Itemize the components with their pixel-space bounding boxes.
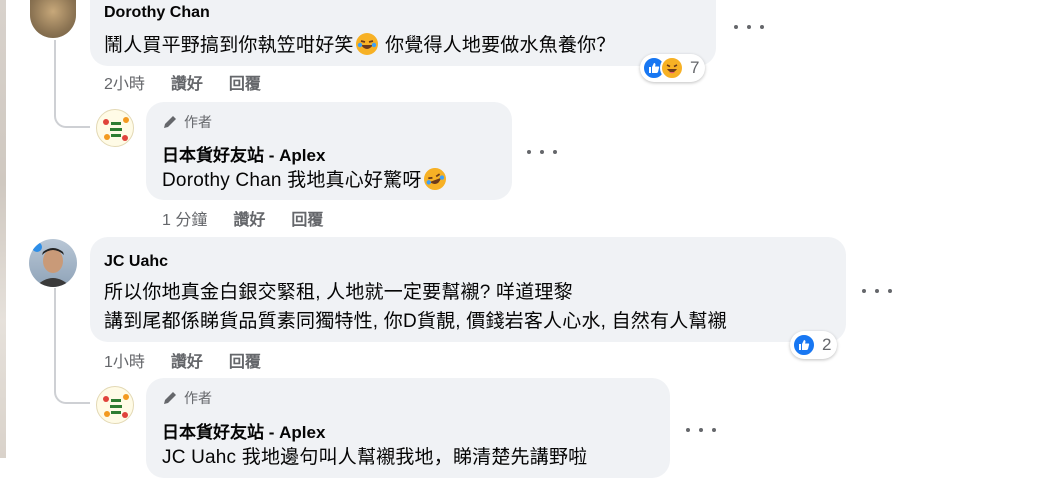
reaction-count: 7 <box>690 58 700 77</box>
comment-actions: 1小時 讚好 回覆 <box>104 348 287 372</box>
thread-line <box>54 288 56 374</box>
reply-text: JC Uahc 我地邊句叫人幫襯我地，睇清楚先講野啦 <box>162 447 588 468</box>
rofl-icon <box>420 164 449 194</box>
commenter-name[interactable]: JC Uahc <box>104 253 168 271</box>
timestamp[interactable]: 1 分鐘 <box>162 212 207 229</box>
reply-bubble: 作者 日本貨好友站 - Aplex Dorothy Chan 我地真心好驚呀 <box>146 102 512 200</box>
comment-bubble: JC Uahc 所以你地真金白銀交緊租, 人地就一定要幫襯? 咩道理黎 講到尾都… <box>90 237 846 342</box>
reply-actions: 1 分鐘 讚好 回覆 <box>162 206 349 230</box>
page-name[interactable]: 日本貨好友站 - Aplex <box>162 141 325 166</box>
like-button[interactable]: 讚好 <box>171 76 203 93</box>
avatar[interactable] <box>30 0 76 38</box>
page-name[interactable]: 日本貨好友站 - Aplex <box>162 418 325 443</box>
thread-connector <box>54 372 90 404</box>
pencil-icon <box>164 392 176 404</box>
commenter-name[interactable]: Dorothy Chan <box>104 4 210 22</box>
reaction-count: 2 <box>822 335 832 354</box>
reply-bubble: 作者 日本貨好友站 - Aplex JC Uahc 我地邊句叫人幫襯我地，睇清楚… <box>146 378 670 478</box>
pencil-icon <box>164 116 176 128</box>
comment-actions: 2小時 讚好 回覆 <box>104 70 287 94</box>
more-options-icon[interactable] <box>734 17 764 37</box>
like-icon <box>792 333 816 357</box>
like-button[interactable]: 讚好 <box>233 212 265 229</box>
mention-link[interactable]: Dorothy Chan <box>162 170 282 191</box>
reply-button[interactable]: 回覆 <box>229 354 261 371</box>
comment-bubble: Dorothy Chan 鬧人買平野搞到你執笠咁好笑 你覺得人地要做水魚養你？ <box>90 0 716 66</box>
thread-line <box>54 40 56 100</box>
reply-text: Dorothy Chan 我地真心好驚呀 <box>162 164 449 194</box>
laughing-tears-icon <box>355 33 378 55</box>
page-avatar[interactable] <box>96 109 134 147</box>
avatar[interactable] <box>29 239 77 287</box>
timestamp[interactable]: 1小時 <box>104 354 145 371</box>
author-badge: 作者 <box>162 112 212 132</box>
more-options-icon[interactable] <box>527 142 557 162</box>
haha-icon <box>660 56 684 80</box>
comment-text-line: 所以你地真金白銀交緊租, 人地就一定要幫襯? 咩道理黎 <box>104 282 573 303</box>
reply-button[interactable]: 回覆 <box>291 212 323 229</box>
background-strip <box>0 0 6 458</box>
thread-connector <box>54 98 90 128</box>
timestamp[interactable]: 2小時 <box>104 76 145 93</box>
reply-button[interactable]: 回覆 <box>229 76 261 93</box>
more-options-icon[interactable] <box>862 281 892 301</box>
comment-text: 鬧人買平野搞到你執笠咁好笑 你覺得人地要做水魚養你？ <box>104 33 616 56</box>
comment-text-line: 講到尾都係睇貨品質素同獨特性, 你D貨靚, 價錢岩客人心水, 自然有人幫襯 <box>104 311 727 332</box>
more-options-icon[interactable] <box>686 420 716 440</box>
reaction-summary[interactable]: 7 <box>640 54 706 82</box>
author-badge: 作者 <box>162 388 212 408</box>
reaction-summary[interactable]: 2 <box>790 331 838 359</box>
page-avatar[interactable] <box>96 386 134 424</box>
like-button[interactable]: 讚好 <box>171 354 203 371</box>
